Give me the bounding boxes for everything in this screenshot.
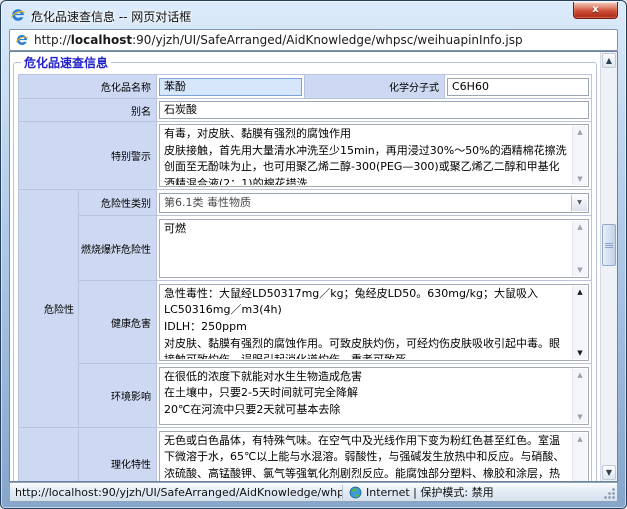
dialog-window: 危化品速查信息 -- 网页对话框 x http://localhost:90/y… — [0, 0, 627, 509]
table-row: 理化特性 无色或白色晶体，有特殊气味。在空气中及光线作用下变为粉红色甚至红色。室… — [19, 428, 592, 482]
name-label: 危化品名称 — [19, 75, 157, 99]
section-title: 危化品速查信息 — [21, 54, 111, 71]
arrow-down-icon: ▼ — [577, 175, 582, 183]
title-bar[interactable]: 危化品速查信息 -- 网页对话框 x — [1, 1, 626, 29]
page-viewport: 危化品速查信息 危化品名称 苯酚 化学分子式 C6H60 别名 石炭酸 特别 — [9, 51, 618, 482]
chevron-down-icon: ▼ — [577, 199, 582, 206]
address-url: http://localhost:90/yjzh/UI/SafeArranged… — [34, 33, 523, 47]
ie-page-icon — [15, 33, 29, 47]
environment-label: 环境影响 — [79, 364, 157, 428]
status-url: http://localhost:90/yjzh/UI/SafeArranged… — [10, 486, 342, 499]
environment-textarea[interactable]: 在很低的浓度下就能对水生生物造成危害 在土壤中，只要2-5天时间就可完全降解 2… — [159, 367, 589, 425]
arrow-up-icon: ▲ — [577, 371, 582, 379]
scroll-up-button[interactable]: ▲ — [602, 53, 616, 68]
scroll-down-button[interactable]: ▼ — [602, 465, 616, 480]
arrow-up-icon: ▲ — [577, 435, 582, 443]
hazard-class-select[interactable]: 第6.1类 毒性物质 ▼ — [159, 193, 589, 213]
environment-scrollbar[interactable]: ▲▼ — [572, 369, 587, 423]
table-row: 别名 石炭酸 — [19, 99, 592, 122]
alias-label: 别名 — [19, 99, 157, 122]
status-separator — [342, 485, 343, 499]
ie-icon — [10, 7, 26, 23]
physchem-label: 理化特性 — [79, 428, 157, 482]
warning-scrollbar[interactable]: ▲▼ — [572, 126, 587, 185]
arrow-up-icon: ▲ — [577, 223, 582, 231]
health-label: 健康危害 — [79, 281, 157, 364]
scroll-thumb[interactable] — [602, 224, 616, 266]
address-input[interactable]: http://localhost:90/yjzh/UI/SafeArranged… — [9, 29, 618, 51]
window-title: 危化品速查信息 -- 网页对话框 — [31, 8, 191, 25]
formula-input[interactable]: C6H60 — [447, 78, 589, 96]
arrow-up-icon: ▲ — [606, 56, 612, 65]
thumb-grip-icon — [605, 245, 613, 246]
arrow-down-icon: ▼ — [606, 468, 612, 477]
resize-grip[interactable] — [603, 487, 616, 500]
name-input[interactable]: 苯酚 — [159, 78, 302, 96]
hazard-class-label: 危险性类别 — [79, 190, 157, 216]
globe-icon — [349, 486, 362, 499]
table-row: 危险性 危险性类别 第6.1类 毒性物质 ▼ — [19, 190, 592, 216]
page-content: 危化品速查信息 危化品名称 苯酚 化学分子式 C6H60 别名 石炭酸 特别 — [10, 52, 600, 481]
physchem-scrollbar[interactable]: ▲▼ — [572, 433, 587, 482]
hazard-group-label: 危险性 — [19, 190, 79, 428]
warning-label: 特别警示 — [19, 122, 157, 190]
status-zone: Internet | 保护模式: 禁用 — [366, 484, 494, 500]
page-scrollbar[interactable]: ▲ ▼ — [600, 52, 617, 481]
table-row: 特别警示 有毒，对皮肤、黏膜有强烈的腐蚀作用 皮肤接触，首先用大量清水冲洗至少1… — [19, 122, 592, 190]
physchem-textarea[interactable]: 无色或白色晶体，有特殊气味。在空气中及光线作用下变为粉红色甚至红色。室温下微溶于… — [159, 431, 589, 482]
table-row: 健康危害 急性毒性：大鼠经LD50317mg／kg；兔经皮LD50。630mg/… — [19, 281, 592, 364]
arrow-down-icon: ▼ — [577, 413, 582, 421]
alias-input[interactable]: 石炭酸 — [159, 101, 589, 119]
arrow-down-icon: ▼ — [577, 349, 582, 357]
info-fieldset: 危化品速查信息 危化品名称 苯酚 化学分子式 C6H60 别名 石炭酸 特别 — [13, 54, 597, 481]
status-bar: http://localhost:90/yjzh/UI/SafeArranged… — [9, 482, 618, 502]
table-row: 环境影响 在很低的浓度下就能对水生生物造成危害 在土壤中，只要2-5天时间就可完… — [19, 364, 592, 428]
fire-explosion-textarea[interactable]: 可燃 ▲▼ — [159, 219, 589, 278]
empty-group-cell — [19, 428, 79, 482]
fire-explosion-label: 燃烧爆炸危险性 — [79, 216, 157, 281]
formula-label: 化学分子式 — [305, 75, 445, 99]
info-table: 危化品名称 苯酚 化学分子式 C6H60 别名 石炭酸 特别警示 有毒，对皮 — [18, 74, 592, 481]
warning-textarea[interactable]: 有毒，对皮肤、黏膜有强烈的腐蚀作用 皮肤接触，首先用大量清水冲洗至少15min，… — [159, 124, 589, 187]
health-textarea[interactable]: 急性毒性：大鼠经LD50317mg／kg；兔经皮LD50。630mg/kg；大鼠… — [159, 284, 589, 361]
health-scrollbar[interactable]: ▲▼ — [572, 286, 587, 359]
close-button[interactable]: x — [573, 2, 618, 19]
fire-explosion-scrollbar[interactable]: ▲▼ — [572, 221, 587, 276]
arrow-up-icon: ▲ — [577, 288, 582, 296]
address-bar: http://localhost:90/yjzh/UI/SafeArranged… — [9, 29, 618, 51]
table-row: 燃烧爆炸危险性 可燃 ▲▼ — [19, 216, 592, 281]
arrow-down-icon: ▼ — [577, 266, 582, 274]
table-row: 危化品名称 苯酚 化学分子式 C6H60 — [19, 75, 592, 99]
dropdown-button[interactable]: ▼ — [571, 195, 587, 211]
arrow-up-icon: ▲ — [577, 128, 582, 136]
close-icon: x — [592, 4, 598, 15]
